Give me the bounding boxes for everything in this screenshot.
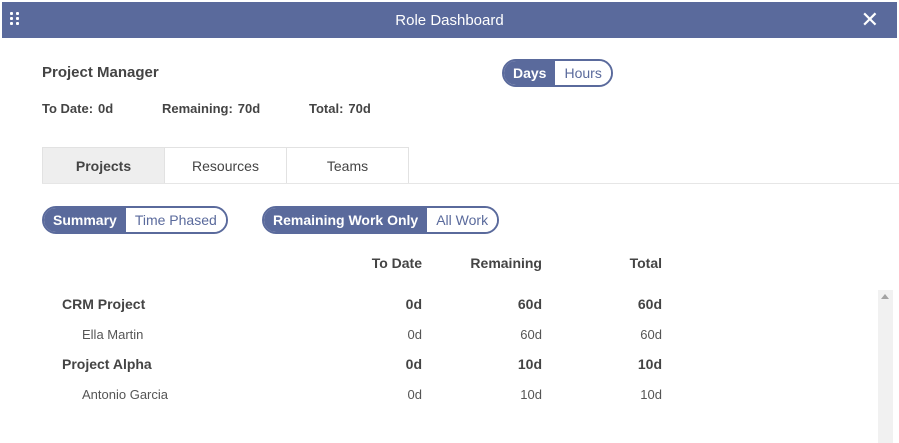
view-toggle: Summary Time Phased xyxy=(42,206,228,234)
table-row-resource-name[interactable]: Antonio Garcia xyxy=(82,387,168,402)
tab-bar: Projects Resources Teams xyxy=(42,147,409,184)
table-row-resource-name[interactable]: Ella Martin xyxy=(82,327,143,342)
window-title: Role Dashboard xyxy=(395,11,504,29)
close-icon[interactable]: ✕ xyxy=(861,8,879,32)
drag-grip-icon[interactable] xyxy=(10,12,22,28)
unit-toggle: Days Hours xyxy=(502,59,613,87)
header-total[interactable]: Total xyxy=(582,255,662,271)
scroll-up-arrow-icon[interactable] xyxy=(881,294,889,299)
work-toggle: Remaining Work Only All Work xyxy=(262,206,500,234)
table-cell-total: 60d xyxy=(637,296,662,312)
remaining-stat-value: 70d xyxy=(237,101,261,116)
table-cell-total: 10d xyxy=(640,387,662,402)
to-date-stat-value: 0d xyxy=(98,101,114,116)
table-cell-total: 10d xyxy=(637,356,662,372)
to-date-stat: To Date: 0d xyxy=(42,101,113,116)
days-option[interactable]: Days xyxy=(504,61,556,85)
table-cell-remaining: 60d xyxy=(520,327,542,342)
tab-projects[interactable]: Projects xyxy=(42,147,165,184)
table-row-project-name[interactable]: CRM Project xyxy=(62,296,145,312)
table-cell-remaining: 10d xyxy=(517,356,542,372)
to-date-stat-label: To Date: xyxy=(42,101,94,116)
total-stat-value: 70d xyxy=(348,101,371,116)
remaining-stat: Remaining: 70d xyxy=(162,101,260,116)
table-cell-remaining: 10d xyxy=(520,387,542,402)
table-cell-to-date: 0d xyxy=(405,356,422,372)
total-stat-label: Total: xyxy=(309,101,344,116)
table-cell-remaining: 60d xyxy=(517,296,542,312)
all-work-option[interactable]: All Work xyxy=(427,208,498,232)
header-remaining[interactable]: Remaining xyxy=(442,255,542,271)
table-cell-to-date: 0d xyxy=(407,387,422,402)
header-to-date[interactable]: To Date xyxy=(342,255,422,271)
remaining-stat-label: Remaining: xyxy=(162,101,233,116)
vertical-scrollbar[interactable] xyxy=(878,290,893,443)
hours-option[interactable]: Hours xyxy=(555,61,611,85)
remaining-work-only-option[interactable]: Remaining Work Only xyxy=(264,208,428,232)
tab-resources[interactable]: Resources xyxy=(165,147,287,184)
total-stat: Total: 70d xyxy=(309,101,371,116)
table-row-project-name[interactable]: Project Alpha xyxy=(62,356,152,372)
table-cell-total: 60d xyxy=(640,327,662,342)
title-bar: Role Dashboard ✕ xyxy=(2,2,897,38)
table-cell-to-date: 0d xyxy=(405,296,422,312)
tab-divider xyxy=(42,183,899,184)
summary-option[interactable]: Summary xyxy=(44,208,126,232)
time-phased-option[interactable]: Time Phased xyxy=(125,208,226,232)
role-title: Project Manager xyxy=(42,64,159,81)
table-cell-to-date: 0d xyxy=(407,327,422,342)
tab-teams[interactable]: Teams xyxy=(287,147,409,184)
